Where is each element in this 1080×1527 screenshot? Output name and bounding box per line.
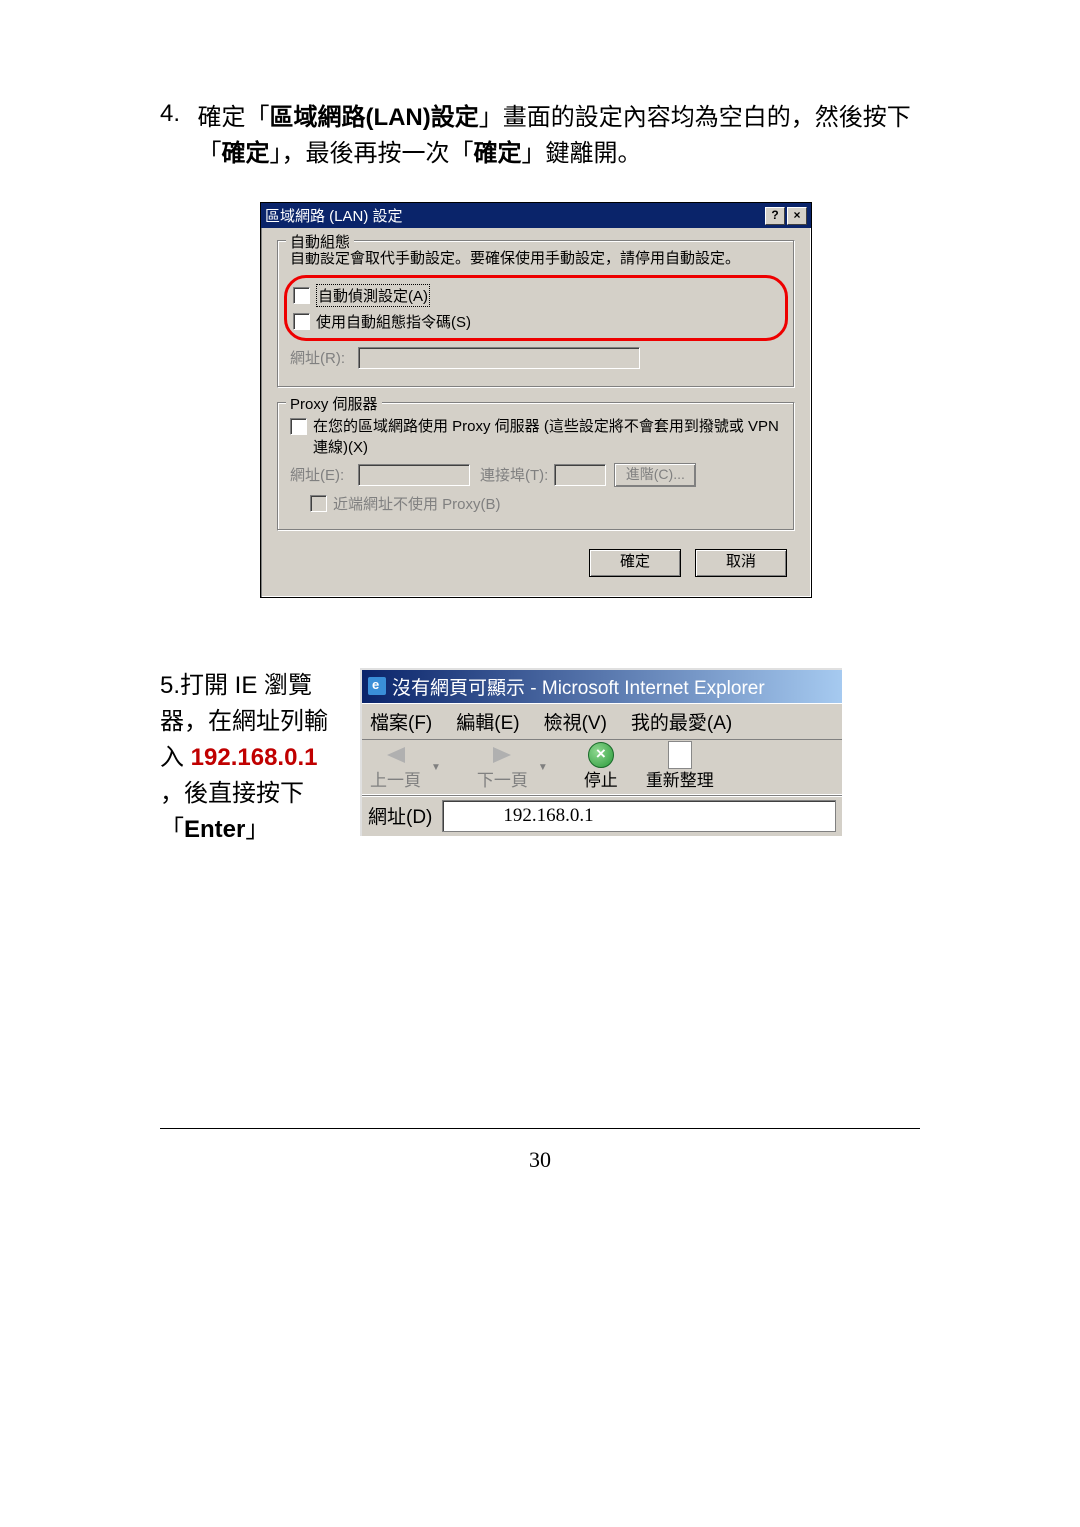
step4-text: 確定「區域網路(LAN)設定」畫面的設定內容均為空白的，然後按下「確定」，最後再…: [197, 100, 920, 172]
stop-button[interactable]: × 停止: [584, 744, 618, 791]
step4-instruction: 4. 確定「區域網路(LAN)設定」畫面的設定內容均為空白的，然後按下「確定」，…: [160, 100, 920, 172]
dialog-titlebar: 區域網路 (LAN) 設定 ? ×: [261, 203, 811, 228]
ie-title: 沒有網頁可顯示 - Microsoft Internet Explorer: [392, 673, 765, 700]
stop-icon: ×: [588, 744, 614, 766]
address-label: 網址(D): [368, 802, 432, 829]
bypass-local-checkbox: [310, 495, 327, 512]
lan-settings-dialog: 區域網路 (LAN) 設定 ? × 自動組態 自動設定會取代手動設定。要確保使用…: [260, 202, 812, 598]
use-proxy-label: 在您的區域網路使用 Proxy 伺服器 (這些設定將不會套用到撥號或 VPN 連…: [313, 415, 782, 457]
auto-detect-label: 自動偵測設定(A): [316, 284, 430, 307]
ie-menubar: 檔案(F) 編輯(E) 檢視(V) 我的最愛(A): [362, 703, 842, 739]
ie-toolbar: 上一頁 ▼ 下一頁 ▼ × 停止 重新整理: [362, 739, 842, 796]
menu-edit[interactable]: 編輯(E): [456, 708, 519, 735]
ie-titlebar: 沒有網頁可顯示 - Microsoft Internet Explorer: [362, 670, 842, 703]
forward-button[interactable]: 下一頁: [477, 744, 528, 791]
proxy-legend: Proxy 伺服器: [286, 393, 382, 414]
auto-config-group: 自動組態 自動設定會取代手動設定。要確保使用手動設定，請停用自動設定。 自動偵測…: [277, 240, 795, 388]
refresh-button[interactable]: 重新整理: [646, 744, 714, 791]
footer-divider: [160, 1128, 920, 1129]
advanced-button[interactable]: 進階(C)...: [614, 463, 696, 487]
auto-detect-checkbox[interactable]: [293, 287, 310, 304]
page-number: 30: [160, 1147, 920, 1173]
proxy-addr-label: 網址(E):: [290, 464, 352, 485]
ie-address-bar: 網址(D): [362, 796, 842, 836]
bypass-local-label: 近端網址不使用 Proxy(B): [333, 493, 501, 514]
auto-addr-label: 網址(R):: [290, 347, 352, 368]
auto-script-label: 使用自動組態指令碼(S): [316, 311, 471, 332]
ie-window: 沒有網頁可顯示 - Microsoft Internet Explorer 檔案…: [360, 668, 842, 836]
auto-addr-input: [358, 347, 640, 369]
highlight-oval: 自動偵測設定(A) 使用自動組態指令碼(S): [284, 275, 788, 341]
menu-file[interactable]: 檔案(F): [370, 708, 432, 735]
back-dropdown-icon[interactable]: ▼: [431, 762, 441, 773]
forward-arrow-icon: [489, 744, 515, 766]
ok-button[interactable]: 確定: [589, 549, 681, 577]
dialog-title: 區域網路 (LAN) 設定: [265, 205, 763, 226]
menu-favorites[interactable]: 我的最愛(A): [631, 708, 732, 735]
close-button[interactable]: ×: [787, 207, 807, 225]
proxy-port-label: 連接埠(T):: [480, 464, 548, 485]
back-button[interactable]: 上一頁: [370, 744, 421, 791]
proxy-addr-input: [358, 464, 470, 486]
auto-config-desc: 自動設定會取代手動設定。要確保使用手動設定，請停用自動設定。: [290, 249, 782, 269]
ip-address: 192.168.0.1: [191, 744, 318, 771]
proxy-port-input: [554, 464, 606, 486]
help-button[interactable]: ?: [765, 207, 785, 225]
auto-script-checkbox[interactable]: [293, 313, 310, 330]
forward-dropdown-icon[interactable]: ▼: [538, 762, 548, 773]
auto-config-legend: 自動組態: [286, 231, 354, 252]
cancel-button[interactable]: 取消: [695, 549, 787, 577]
back-arrow-icon: [383, 744, 409, 766]
menu-view[interactable]: 檢視(V): [544, 708, 607, 735]
address-input[interactable]: [442, 800, 836, 832]
proxy-group: Proxy 伺服器 在您的區域網路使用 Proxy 伺服器 (這些設定將不會套用…: [277, 402, 795, 531]
step5-text: 5.打開 IE 瀏覽器，在網址列輸入 192.168.0.1 ，後直接按下「En…: [160, 668, 340, 848]
ie-icon: [368, 677, 386, 695]
refresh-icon: [667, 744, 693, 766]
step4-number: 4.: [160, 100, 197, 172]
use-proxy-checkbox[interactable]: [290, 418, 307, 435]
